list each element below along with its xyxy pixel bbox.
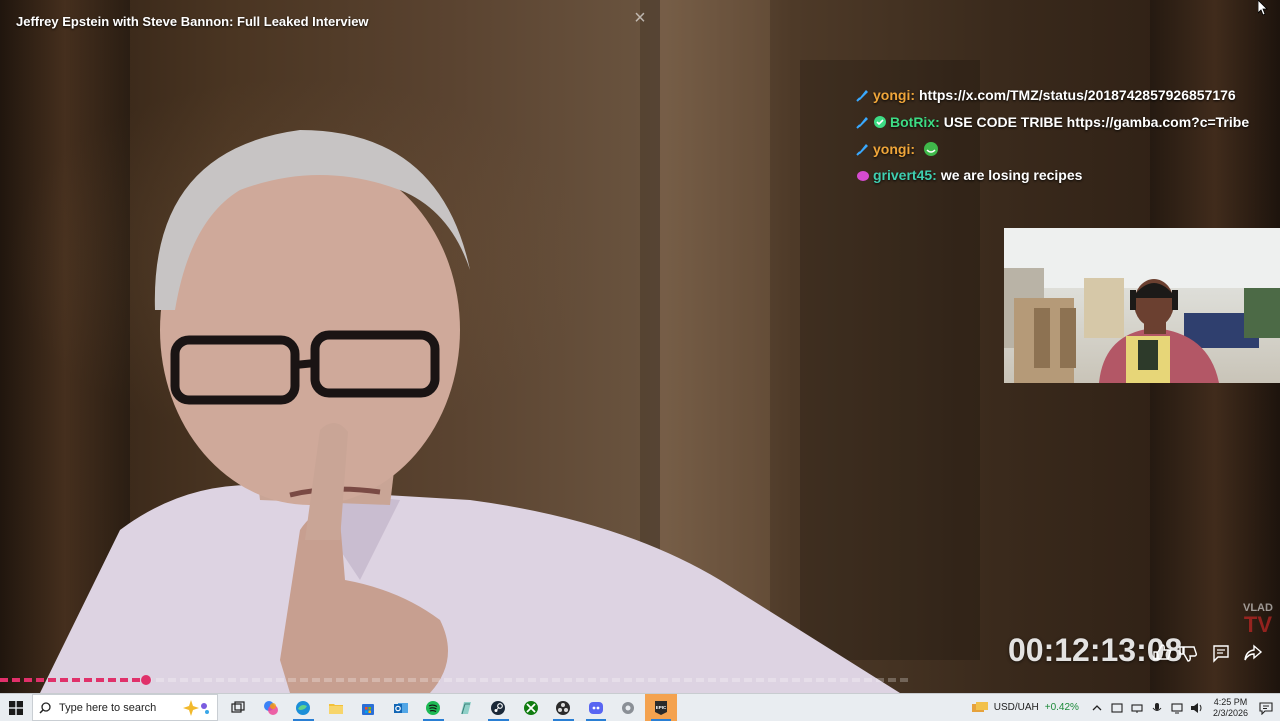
currency-icon bbox=[971, 701, 988, 712]
copilot-icon[interactable] bbox=[255, 694, 288, 721]
watermark-tv: TV bbox=[1243, 612, 1273, 637]
comments-icon[interactable] bbox=[1210, 642, 1232, 664]
sword-badge-icon bbox=[856, 88, 870, 103]
chat-text: https://x.com/TMZ/status/201874285792685… bbox=[919, 87, 1236, 104]
channel-watermark: VLAD TV bbox=[1243, 603, 1273, 636]
chat-username[interactable]: yongi: bbox=[873, 141, 915, 157]
crown-badge-icon bbox=[856, 168, 870, 182]
chat-message: grivert45: we are losing recipes bbox=[856, 162, 1276, 189]
search-icon bbox=[39, 701, 51, 714]
file-explorer-icon[interactable] bbox=[320, 694, 353, 721]
microphone-icon[interactable] bbox=[1149, 700, 1165, 716]
edge-icon[interactable] bbox=[287, 694, 320, 721]
video-progress-fill bbox=[0, 678, 146, 682]
steam-icon[interactable] bbox=[482, 694, 515, 721]
taskbar-apps: EPIC bbox=[222, 694, 677, 721]
chat-overlay: yongi: https://x.com/TMZ/status/20187428… bbox=[856, 82, 1276, 189]
settings-icon[interactable] bbox=[612, 694, 645, 721]
sword-badge-icon bbox=[856, 142, 870, 156]
stock-change: +0.42% bbox=[1044, 702, 1079, 713]
system-clock[interactable]: 4:25 PM 2/3/2026 bbox=[1213, 697, 1248, 719]
clock-time: 4:25 PM bbox=[1213, 696, 1248, 707]
epic-games-icon[interactable]: EPIC bbox=[644, 694, 677, 721]
windows-logo-icon bbox=[9, 700, 23, 715]
share-icon[interactable] bbox=[1242, 642, 1264, 664]
video-progress-bar[interactable] bbox=[0, 675, 910, 685]
store-icon[interactable] bbox=[352, 694, 385, 721]
chat-username[interactable]: grivert45: bbox=[873, 167, 937, 183]
stock-widget[interactable]: USD/UAH +0.42% bbox=[971, 701, 1079, 714]
chevron-up-icon[interactable] bbox=[1089, 700, 1105, 716]
webcam-scene bbox=[1004, 228, 1280, 383]
dislike-icon[interactable] bbox=[1178, 642, 1200, 664]
interviewee-figure bbox=[40, 130, 900, 693]
video-progress-knob[interactable] bbox=[140, 675, 151, 685]
notepad-icon[interactable] bbox=[450, 694, 483, 721]
chat-message: yongi: https://x.com/TMZ/status/20187428… bbox=[856, 82, 1276, 109]
start-button[interactable] bbox=[0, 694, 32, 721]
chat-message: BotRix: USE CODE TRIBE https://gamba.com… bbox=[856, 109, 1276, 136]
like-icon[interactable] bbox=[1152, 642, 1174, 664]
video-player[interactable]: Jeffrey Epstein with Steve Bannon: Full … bbox=[0, 0, 1280, 693]
video-title: Jeffrey Epstein with Steve Bannon: Full … bbox=[16, 14, 369, 29]
windows-taskbar: Type here to search EPIC USD/UAH +0.42% … bbox=[0, 693, 1280, 721]
network-icon[interactable] bbox=[1129, 700, 1145, 716]
green-face-emote-icon bbox=[924, 141, 938, 156]
discord-icon[interactable] bbox=[580, 694, 613, 721]
volume-icon[interactable] bbox=[1189, 700, 1205, 716]
verified-badge-icon bbox=[873, 115, 887, 129]
outlook-icon[interactable] bbox=[385, 694, 418, 721]
system-tray: USD/UAH +0.42% 4:25 PM 2/3/2026 bbox=[971, 694, 1280, 721]
taskbar-search-box[interactable]: Type here to search bbox=[32, 694, 218, 721]
sword-badge-icon bbox=[856, 115, 870, 129]
search-placeholder: Type here to search bbox=[59, 701, 157, 714]
clock-date: 2/3/2026 bbox=[1212, 707, 1248, 718]
chat-username[interactable]: BotRix: bbox=[890, 114, 940, 130]
obs-icon[interactable] bbox=[547, 694, 580, 721]
chat-username[interactable]: yongi: bbox=[873, 87, 915, 103]
display-icon[interactable] bbox=[1169, 700, 1185, 716]
search-highlight-icon bbox=[183, 700, 209, 716]
stock-symbol: USD/UAH bbox=[993, 702, 1039, 713]
close-icon[interactable]: × bbox=[629, 7, 651, 29]
spotify-icon[interactable] bbox=[417, 694, 450, 721]
task-view-icon[interactable] bbox=[222, 694, 255, 721]
xbox-icon[interactable] bbox=[515, 694, 548, 721]
mouse-cursor-icon bbox=[1258, 0, 1268, 16]
svg-text:EPIC: EPIC bbox=[655, 705, 666, 710]
chat-text: USE CODE TRIBE https://gamba.com?c=Tribe bbox=[943, 114, 1250, 131]
notifications-icon[interactable] bbox=[1258, 700, 1274, 716]
meet-now-icon[interactable] bbox=[1109, 700, 1125, 716]
chat-message: yongi: bbox=[856, 135, 1276, 162]
streamer-webcam bbox=[1004, 228, 1280, 383]
chat-text: we are losing recipes bbox=[940, 167, 1083, 184]
